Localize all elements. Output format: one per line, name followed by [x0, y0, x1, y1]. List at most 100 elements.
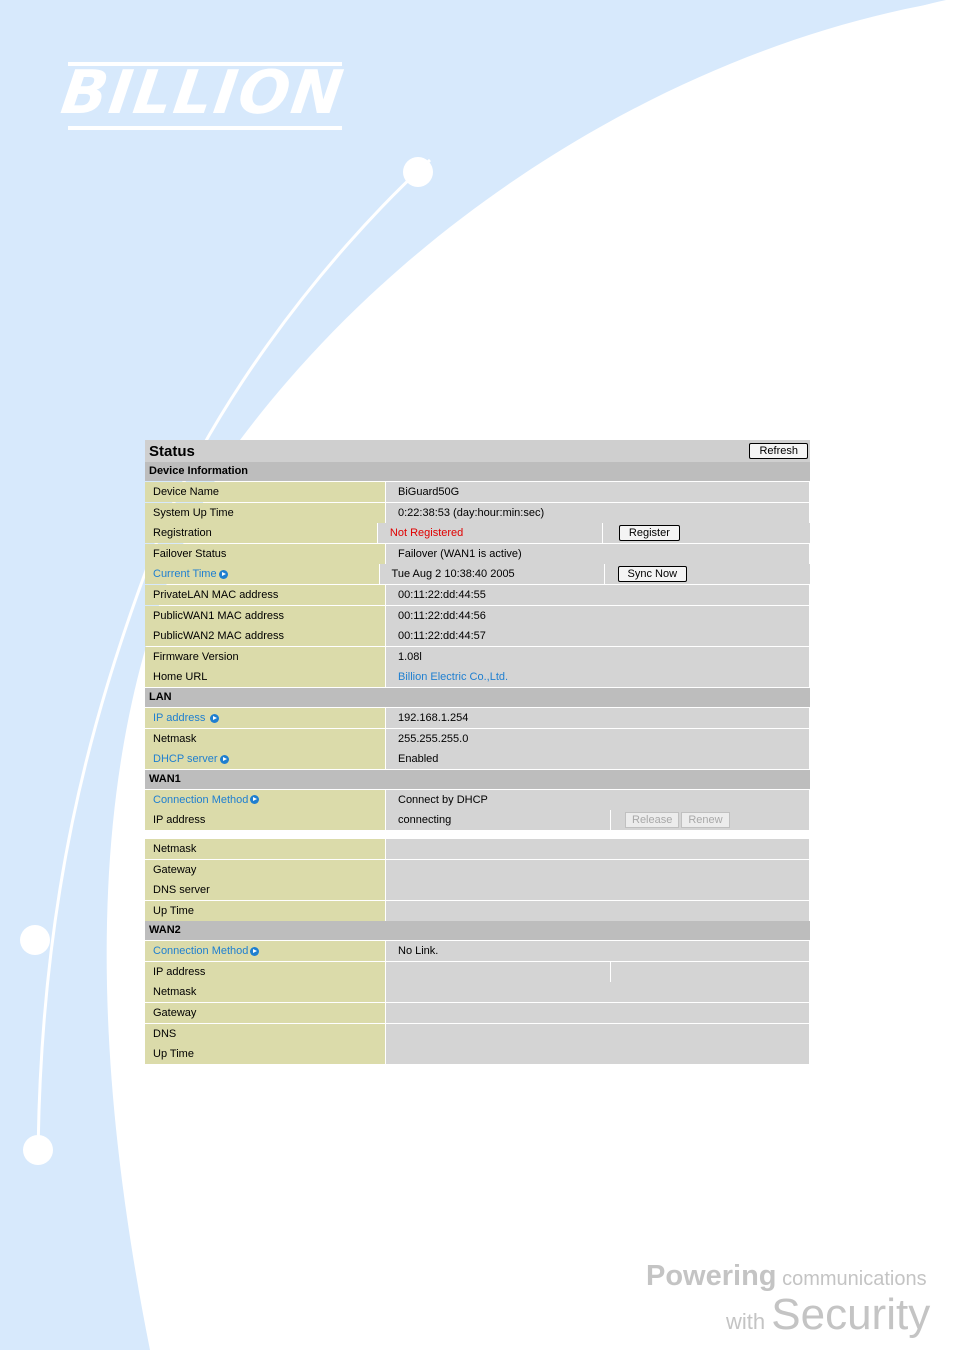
swoosh-dot	[23, 1135, 53, 1165]
wan2-mac-label: PublicWAN2 MAC address	[145, 626, 385, 647]
uptime-label: System Up Time	[145, 502, 385, 523]
wan1-method-value: Connect by DHCP	[386, 789, 809, 810]
wan2-method-label[interactable]: Connection Method	[153, 945, 248, 957]
table-row: PublicWAN1 MAC address 00:11:22:dd:44:56	[145, 605, 810, 626]
wan1-netmask-label: Netmask	[145, 838, 385, 859]
table-row: IP address	[145, 961, 810, 982]
lan-mac-value: 00:11:22:dd:44:55	[386, 584, 809, 605]
current-time-label[interactable]: Current Time	[153, 568, 217, 580]
swoosh-dot	[403, 157, 433, 187]
dhcp-server-value: Enabled	[386, 749, 809, 770]
table-row: Registration Not Registered Register	[145, 523, 810, 544]
table-row: System Up Time 0:22:38:53 (day:hour:min:…	[145, 502, 810, 523]
status-header: Status Refresh	[145, 440, 810, 462]
current-time-value: Tue Aug 2 10:38:40 2005	[379, 564, 604, 585]
tagline-security: Security	[771, 1290, 931, 1339]
table-row: Netmask	[145, 838, 810, 859]
logo-text: BILLION	[57, 58, 349, 128]
arrow-right-icon[interactable]	[250, 946, 260, 956]
wan2-gateway-label: Gateway	[145, 1003, 385, 1024]
refresh-button[interactable]: Refresh	[749, 443, 808, 459]
arrow-right-icon[interactable]	[250, 795, 260, 805]
table-row: Netmask	[145, 982, 810, 1003]
table-row: Connection Method No Link.	[145, 941, 810, 962]
section-lan: LAN	[145, 687, 810, 707]
dhcp-server-link[interactable]: DHCP server	[145, 749, 385, 770]
table-row: Connection Method Connect by DHCP	[145, 789, 810, 810]
arrow-right-icon[interactable]	[218, 569, 228, 579]
table-row: Up Time	[145, 1044, 810, 1065]
tagline-line-1: Powering communications	[646, 1260, 927, 1293]
current-time-link[interactable]: Current Time	[145, 564, 379, 585]
section-wan2: WAN2	[145, 921, 810, 941]
table-row: PrivateLAN MAC address 00:11:22:dd:44:55	[145, 584, 810, 605]
wan2-netmask-label: Netmask	[145, 982, 385, 1003]
wan2-gateway-value	[386, 1003, 809, 1024]
wan2-mac-value: 00:11:22:dd:44:57	[386, 626, 809, 647]
table-row: Firmware Version 1.08l	[145, 646, 810, 667]
lan-ip-value: 192.168.1.254	[386, 707, 809, 728]
home-url-link[interactable]: Billion Electric Co.,Ltd.	[386, 667, 809, 688]
table-row: IP address 192.168.1.254	[145, 707, 810, 728]
wan2-ip-value	[386, 961, 610, 982]
wan1-mac-value: 00:11:22:dd:44:56	[386, 605, 809, 626]
wan2-ip-label: IP address	[145, 961, 385, 982]
wan1-method-label[interactable]: Connection Method	[153, 794, 248, 806]
wan1-netmask-value	[386, 838, 809, 859]
time-action: Sync Now	[604, 564, 810, 585]
arrow-right-icon[interactable]	[219, 754, 229, 764]
wan1-ip-label: IP address	[145, 810, 385, 831]
table-row: Up Time	[145, 900, 810, 921]
wan1-dns-value	[386, 880, 809, 901]
lan-netmask-label: Netmask	[145, 728, 385, 749]
wan2-method-link[interactable]: Connection Method	[145, 941, 385, 962]
renew-button[interactable]: Renew	[681, 812, 730, 829]
wan2-dns-value	[386, 1023, 809, 1044]
wan1-uptime-value	[386, 900, 809, 921]
billion-logo: BILLION	[57, 58, 349, 132]
lan-ip-label[interactable]: IP address	[153, 712, 205, 724]
wan1-ip-actions: Release Renew	[611, 810, 809, 831]
dhcp-server-label[interactable]: DHCP server	[153, 753, 218, 765]
page-title: Status	[149, 442, 195, 460]
table-row: DNS	[145, 1023, 810, 1044]
device-name-value: BiGuard50G	[386, 482, 809, 502]
table-row: Netmask 255.255.255.0	[145, 728, 810, 749]
wan1-gateway-value	[386, 859, 809, 880]
register-button[interactable]: Register	[618, 525, 680, 542]
table-row: Device Name BiGuard50G	[145, 482, 810, 502]
wan1-dns-label: DNS server	[145, 880, 385, 901]
wan1-method-link[interactable]: Connection Method	[145, 789, 385, 810]
section-wan1: WAN1	[145, 769, 810, 789]
swoosh-dot	[20, 925, 50, 955]
failover-value: Failover (WAN1 is active)	[386, 543, 809, 564]
registration-value: Not Registered	[377, 523, 602, 544]
wan2-dns-label: DNS	[145, 1023, 385, 1044]
table-row: Gateway	[145, 1003, 810, 1024]
sync-now-button[interactable]: Sync Now	[617, 566, 688, 583]
lan-ip-link[interactable]: IP address	[145, 707, 385, 728]
firmware-label: Firmware Version	[145, 646, 385, 667]
table-row: Gateway	[145, 859, 810, 880]
table-row: DNS server	[145, 880, 810, 901]
device-name-label: Device Name	[145, 482, 385, 502]
lan-netmask-value: 255.255.255.0	[386, 728, 809, 749]
wan2-uptime-label: Up Time	[145, 1044, 385, 1065]
home-url-label: Home URL	[145, 667, 385, 688]
failover-label: Failover Status	[145, 543, 385, 564]
release-button[interactable]: Release	[625, 812, 680, 829]
wan1-gateway-label: Gateway	[145, 859, 385, 880]
table-row: IP address connecting Release Renew	[145, 810, 810, 831]
tagline-communications: communications	[776, 1268, 927, 1290]
wan2-uptime-value	[386, 1044, 809, 1065]
table-row: Current Time Tue Aug 2 10:38:40 2005 Syn…	[145, 564, 810, 585]
wan1-ip-value: connecting	[386, 810, 610, 831]
firmware-value: 1.08l	[386, 646, 809, 667]
registration-action: Register	[602, 523, 810, 544]
tagline-powering: Powering	[646, 1260, 777, 1292]
uptime-value: 0:22:38:53 (day:hour:min:sec)	[386, 502, 809, 523]
table-row: PublicWAN2 MAC address 00:11:22:dd:44:57	[145, 626, 810, 647]
arrow-right-icon[interactable]	[210, 713, 220, 723]
lan-mac-label: PrivateLAN MAC address	[145, 584, 385, 605]
